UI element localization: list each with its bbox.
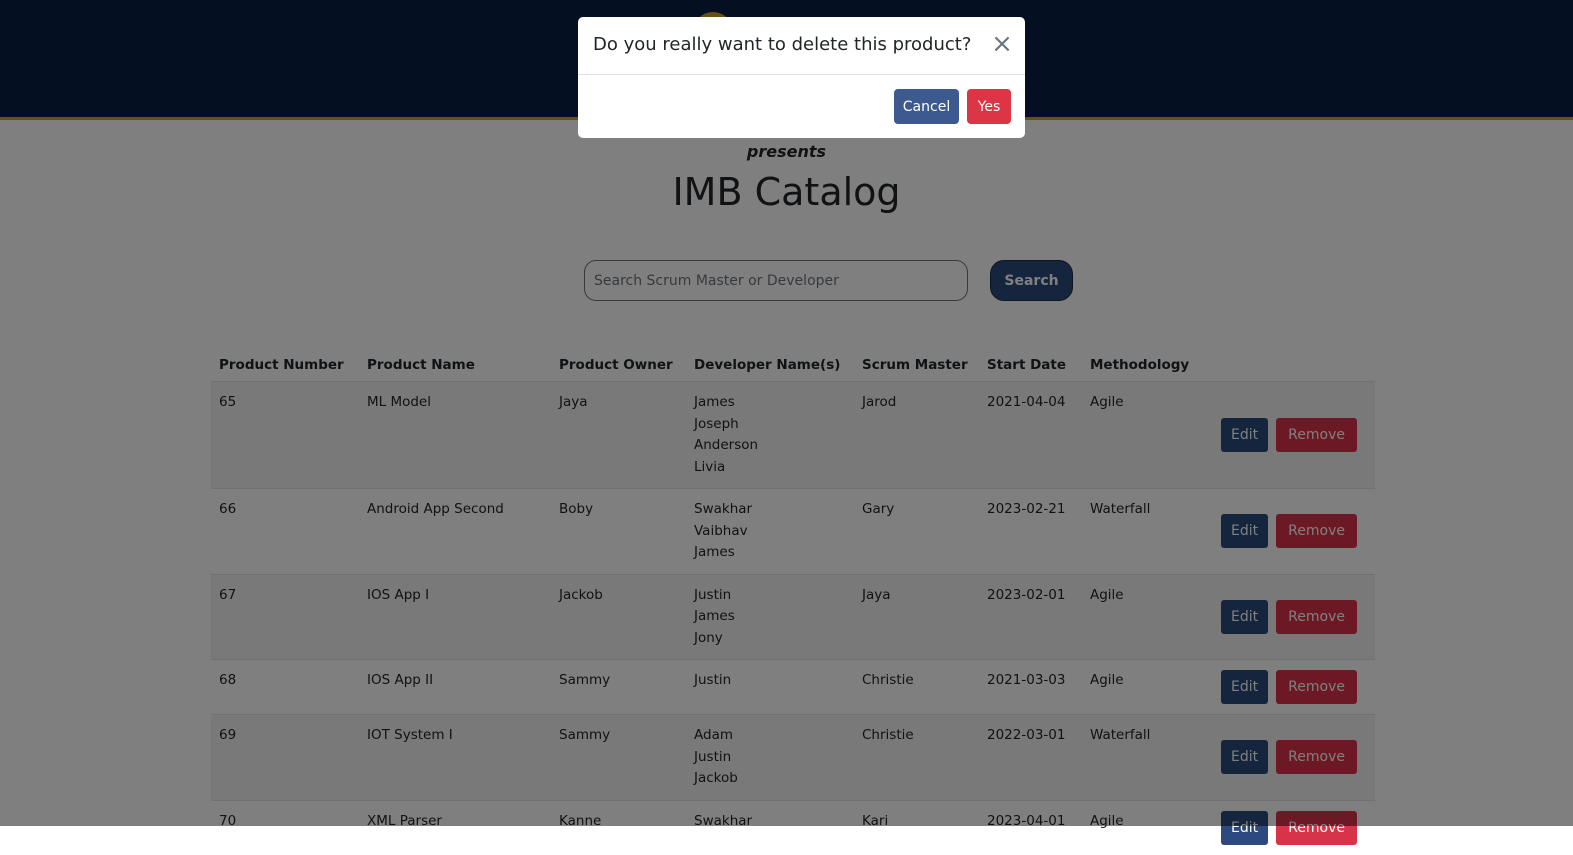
cancel-button[interactable]: Cancel: [894, 89, 959, 124]
modal-header: Do you really want to delete this produc…: [578, 17, 1025, 75]
close-icon[interactable]: ×: [991, 31, 1013, 57]
modal-title: Do you really want to delete this produc…: [593, 34, 972, 55]
yes-button[interactable]: Yes: [967, 89, 1011, 124]
delete-confirm-dialog: Do you really want to delete this produc…: [578, 17, 1025, 138]
